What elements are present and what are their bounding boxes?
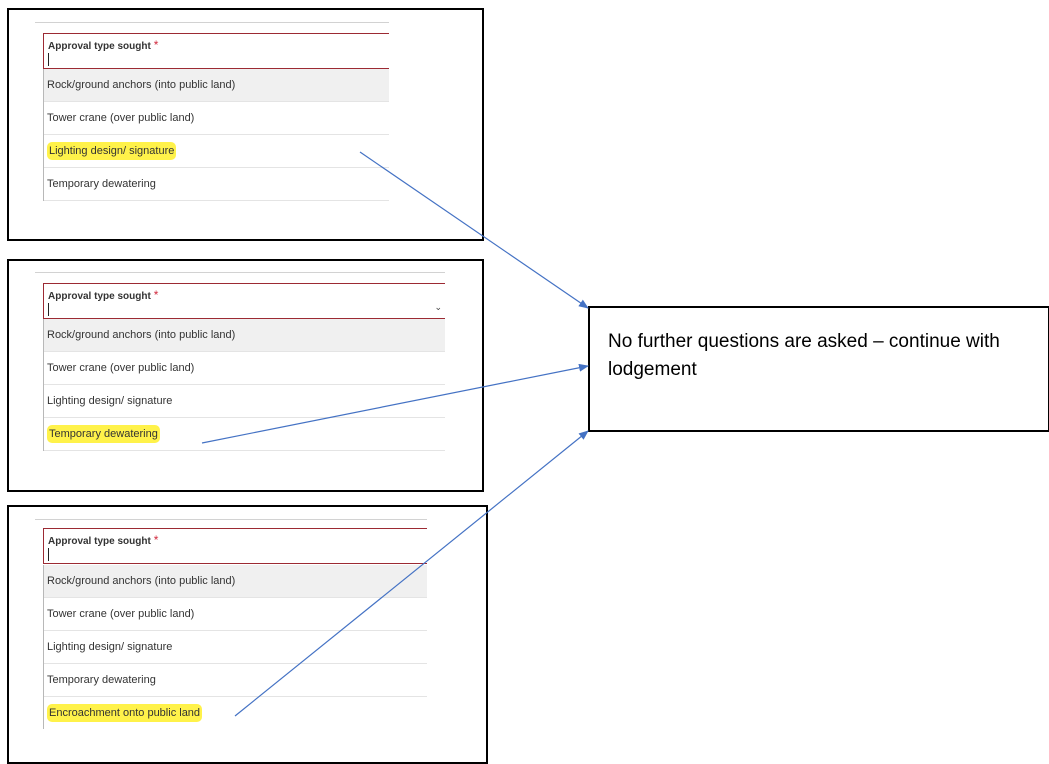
arrow-panel-3-to-callout bbox=[234, 430, 589, 717]
arrow-panel-1-to-callout bbox=[359, 151, 589, 309]
connector-arrows bbox=[201, 151, 589, 717]
arrow-panel-2-to-callout bbox=[201, 363, 589, 444]
